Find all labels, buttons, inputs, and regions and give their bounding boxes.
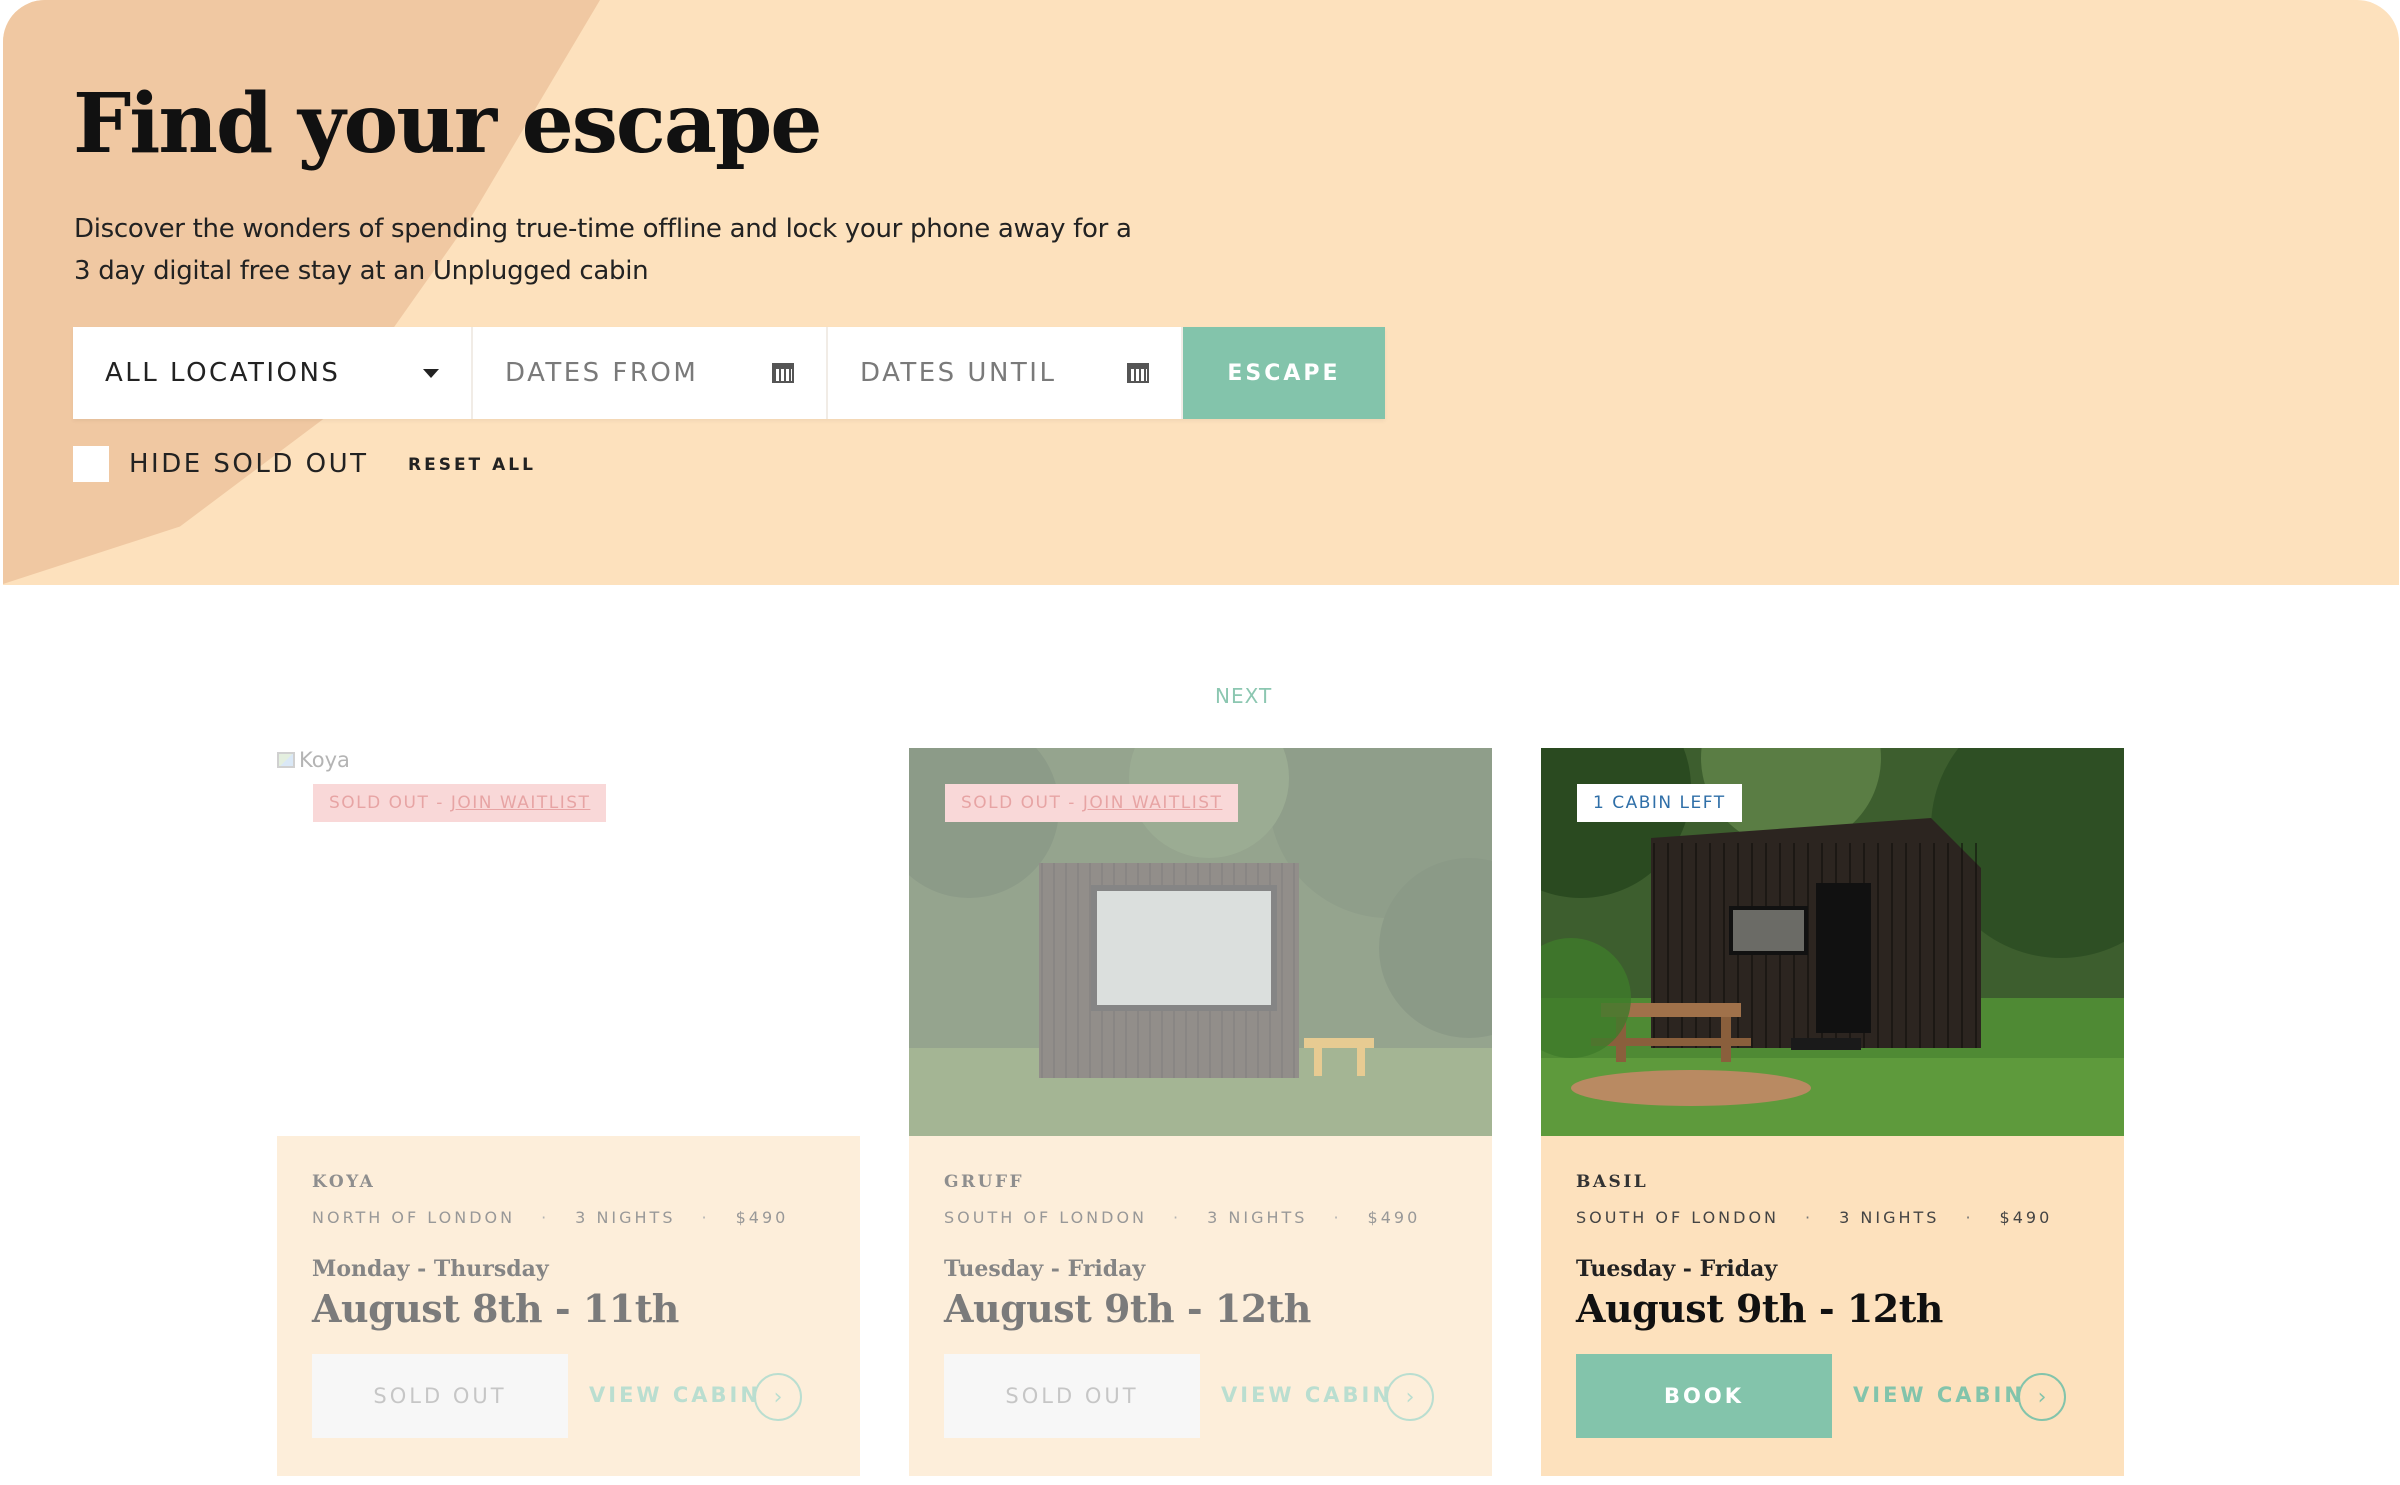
cabin-meta: SOUTH OF LONDON · 3 NIGHTS · $490 [944,1208,1420,1227]
status-badge: 1 CABIN LEFT [1577,784,1742,822]
cabin-image[interactable]: Koya SOLD OUT - JOIN WAITLIST [277,748,860,1136]
location-select-value: ALL LOCATIONS [105,358,341,388]
dates-from-placeholder: DATES FROM [505,358,699,388]
join-waitlist-link[interactable]: JOIN WAITLIST [1083,793,1223,813]
join-waitlist-link[interactable]: JOIN WAITLIST [451,793,591,813]
status-badge: SOLD OUT - JOIN WAITLIST [945,784,1239,822]
separator-dot: · [701,1208,710,1227]
reset-all-link[interactable]: RESET ALL [408,455,536,475]
card-body: GRUFF SOUTH OF LONDON · 3 NIGHTS · $490 … [909,1136,1492,1476]
cabin-name: GRUFF [944,1172,1025,1192]
card-body: BASIL SOUTH OF LONDON · 3 NIGHTS · $490 … [1541,1136,2124,1476]
hide-sold-out-checkbox[interactable] [73,446,109,482]
chevron-right-icon[interactable]: › [2018,1373,2066,1421]
status-badge: SOLD OUT - JOIN WAITLIST [313,784,607,822]
cabin-meta: NORTH OF LONDON · 3 NIGHTS · $490 [312,1208,788,1227]
chevron-right-icon[interactable]: › [754,1373,802,1421]
next-page-link[interactable]: NEXT [1215,684,1272,708]
cabin-image[interactable]: SOLD OUT - JOIN WAITLIST [909,748,1492,1136]
separator-dot: · [1173,1208,1182,1227]
cabin-location: SOUTH OF LONDON [944,1208,1148,1227]
cabin-name: KOYA [312,1172,376,1192]
stay-dates: August 9th - 12th [944,1286,1311,1331]
cabin-nights: 3 NIGHTS [1839,1208,1940,1227]
separator-dot: · [1965,1208,1974,1227]
chevron-down-icon [423,368,439,378]
calendar-icon[interactable] [1127,363,1149,383]
cabin-meta: SOUTH OF LONDON · 3 NIGHTS · $490 [1576,1208,2052,1227]
dates-until-placeholder: DATES UNTIL [860,358,1057,388]
cabin-price: $490 [735,1208,789,1227]
cabin-card-koya: Koya SOLD OUT - JOIN WAITLIST KOYA NORTH… [277,748,860,1476]
page-title: Find your escape [73,76,822,172]
badge-status-text: SOLD OUT [961,793,1062,813]
cabin-nights: 3 NIGHTS [575,1208,676,1227]
dates-from-field[interactable]: DATES FROM [473,327,828,419]
card-body: KOYA NORTH OF LONDON · 3 NIGHTS · $490 M… [277,1136,860,1476]
hero-description: Discover the wonders of spending true-ti… [74,214,1132,286]
separator-dot: · [1333,1208,1342,1227]
stay-days: Tuesday - Friday [944,1256,1146,1282]
stay-dates: August 8th - 11th [312,1286,679,1331]
image-alt-text: Koya [299,748,350,772]
book-button[interactable]: BOOK [1576,1354,1832,1438]
view-cabin-link[interactable]: VIEW CABIN [1221,1383,1393,1407]
search-bar: ALL LOCATIONS DATES FROM DATES UNTIL ESC… [73,327,1385,419]
separator-dot: · [1805,1208,1814,1227]
hero-banner: Find your escape Discover the wonders of… [3,0,2399,585]
cabin-card-basil: 1 CABIN LEFT BASIL SOUTH OF LONDON · 3 N… [1541,748,2124,1476]
sold-out-button[interactable]: SOLD OUT [944,1354,1200,1438]
sold-out-button[interactable]: SOLD OUT [312,1354,568,1438]
chevron-right-icon[interactable]: › [1386,1373,1434,1421]
dates-until-field[interactable]: DATES UNTIL [828,327,1183,419]
view-cabin-link[interactable]: VIEW CABIN [589,1383,761,1407]
badge-status-text: SOLD OUT [329,793,430,813]
calendar-icon[interactable] [772,363,794,383]
location-select[interactable]: ALL LOCATIONS [73,327,473,419]
cabin-location: SOUTH OF LONDON [1576,1208,1780,1227]
cabin-name: BASIL [1576,1172,1649,1192]
stay-days: Monday - Thursday [312,1256,549,1282]
cabin-card-gruff: SOLD OUT - JOIN WAITLIST GRUFF SOUTH OF … [909,748,1492,1476]
hide-sold-out-label: HIDE SOLD OUT [129,449,369,479]
view-cabin-link[interactable]: VIEW CABIN [1853,1383,2025,1407]
cabin-nights: 3 NIGHTS [1207,1208,1308,1227]
escape-button[interactable]: ESCAPE [1183,327,1385,419]
broken-image-placeholder: Koya [277,748,350,772]
separator-dot: · [541,1208,550,1227]
cabin-price: $490 [1999,1208,2053,1227]
stay-days: Tuesday - Friday [1576,1256,1778,1282]
cabin-location: NORTH OF LONDON [312,1208,516,1227]
cabin-price: $490 [1367,1208,1421,1227]
cabin-image[interactable]: 1 CABIN LEFT [1541,748,2124,1136]
broken-image-icon [277,752,295,768]
hide-sold-out-toggle[interactable]: HIDE SOLD OUT [73,446,369,482]
stay-dates: August 9th - 12th [1576,1286,1943,1331]
